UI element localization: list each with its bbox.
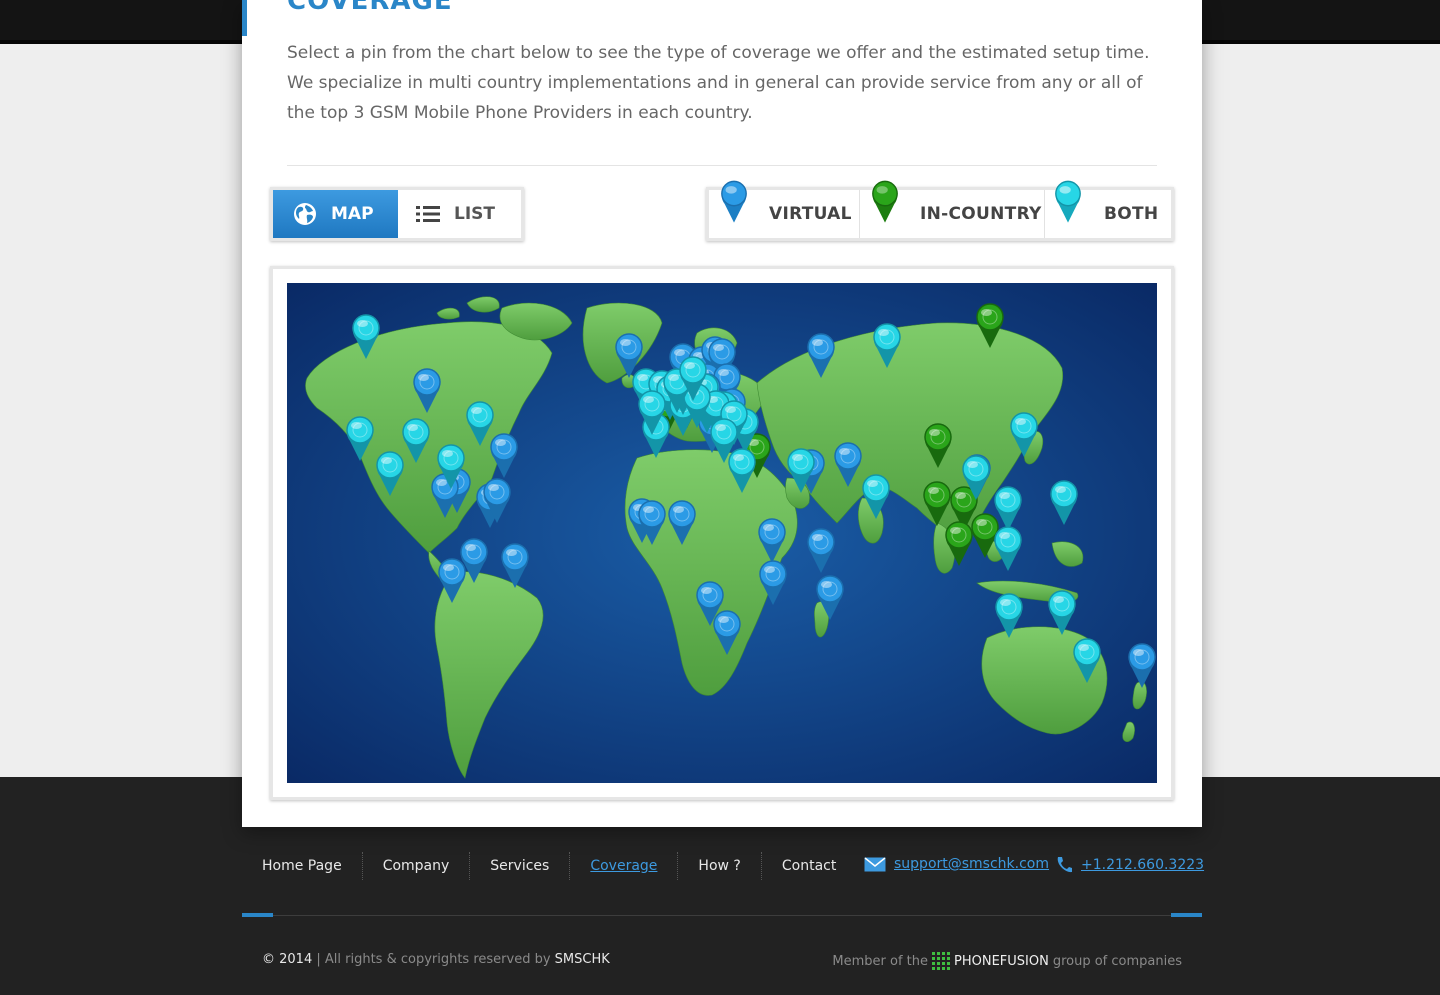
legend-both[interactable]: BOTH xyxy=(1045,180,1171,238)
map-view-button[interactable]: MAP xyxy=(273,190,398,238)
both-coverage-pin[interactable] xyxy=(708,417,740,465)
company-name: SMSCHK xyxy=(554,952,610,967)
legend-virtual-label: VIRTUAL xyxy=(769,204,852,224)
both-coverage-pin[interactable] xyxy=(1071,637,1103,685)
list-view-button[interactable]: LIST xyxy=(398,190,521,238)
both-coverage-pin[interactable] xyxy=(992,525,1024,573)
legend-virtual[interactable]: VIRTUAL xyxy=(709,180,860,238)
phone-link[interactable]: +1.212.660.3223 xyxy=(1081,857,1204,873)
view-toggle: MAP LIST xyxy=(270,187,524,241)
both-coverage-pin[interactable] xyxy=(871,322,903,370)
footer-nav: Home Page Company Services Coverage How … xyxy=(242,852,856,880)
virtual-coverage-pin[interactable] xyxy=(711,609,743,657)
phonefusion-brand: PHONEFUSION xyxy=(954,953,1049,969)
title-accent-bar xyxy=(242,0,247,36)
phonefusion-logo-icon xyxy=(932,952,951,970)
virtual-coverage-pin[interactable] xyxy=(805,527,837,575)
nav-coverage[interactable]: Coverage xyxy=(570,852,679,880)
nav-services[interactable]: Services xyxy=(470,852,571,880)
virtual-coverage-pin[interactable] xyxy=(481,477,513,525)
nav-contact[interactable]: Contact xyxy=(762,852,856,880)
both-pin-icon xyxy=(1053,178,1083,231)
legend-in-country[interactable]: IN-COUNTRY xyxy=(860,180,1045,238)
virtual-coverage-pin[interactable] xyxy=(757,559,789,607)
incountry-coverage-pin[interactable] xyxy=(922,422,954,470)
both-coverage-pin[interactable] xyxy=(350,313,382,361)
incountry-coverage-pin[interactable] xyxy=(974,302,1006,350)
in-country-pin-icon xyxy=(870,178,900,231)
both-coverage-pin[interactable] xyxy=(344,415,376,463)
coverage-legend: VIRTUAL IN-COUNTRY BOTH xyxy=(706,180,1174,241)
both-coverage-pin[interactable] xyxy=(1008,411,1040,459)
both-coverage-pin[interactable] xyxy=(464,400,496,448)
virtual-coverage-pin[interactable] xyxy=(756,517,788,565)
virtual-coverage-pin[interactable] xyxy=(666,499,698,547)
phone-icon xyxy=(1055,856,1073,874)
globe-icon xyxy=(293,202,317,226)
virtual-coverage-pin[interactable] xyxy=(436,557,468,605)
legend-in-country-label: IN-COUNTRY xyxy=(920,204,1042,224)
virtual-coverage-pin[interactable] xyxy=(411,367,443,415)
both-coverage-pin[interactable] xyxy=(960,454,992,502)
rule-accent-left xyxy=(242,913,273,917)
virtual-coverage-pin[interactable] xyxy=(1126,642,1157,690)
page-title: COVERAGE xyxy=(287,0,453,16)
both-coverage-pin[interactable] xyxy=(1048,479,1080,527)
member-suffix: group of companies xyxy=(1052,953,1182,969)
rule-accent-right xyxy=(1171,913,1202,917)
both-coverage-pin[interactable] xyxy=(1046,589,1078,637)
map-view-label: MAP xyxy=(331,204,374,224)
virtual-coverage-pin[interactable] xyxy=(805,332,837,380)
both-coverage-pin[interactable] xyxy=(785,447,817,495)
intro-text: Select a pin from the chart below to see… xyxy=(287,43,1150,123)
nav-home[interactable]: Home Page xyxy=(242,852,363,880)
list-icon xyxy=(416,205,440,223)
copyright: © 2014 | All rights & copyrights reserve… xyxy=(262,952,610,967)
list-view-label: LIST xyxy=(454,204,495,224)
virtual-coverage-pin[interactable] xyxy=(636,499,668,547)
divider xyxy=(287,165,1157,166)
member-prefix: Member of the xyxy=(832,953,929,969)
footer-rule xyxy=(242,915,1202,916)
copyright-year: © 2014 xyxy=(262,952,313,967)
both-coverage-pin[interactable] xyxy=(993,592,1025,640)
member-note: Member of the PHONEFUSION group of compa… xyxy=(832,952,1182,970)
both-coverage-pin[interactable] xyxy=(435,443,467,491)
phone-contact: +1.212.660.3223 xyxy=(1055,856,1204,874)
virtual-coverage-pin[interactable] xyxy=(814,574,846,622)
both-coverage-pin[interactable] xyxy=(374,450,406,498)
envelope-icon xyxy=(864,856,886,872)
both-coverage-pin[interactable] xyxy=(677,355,709,403)
virtual-pin-icon xyxy=(719,178,749,231)
incountry-coverage-pin[interactable] xyxy=(943,520,975,568)
world-coverage-map[interactable] xyxy=(287,283,1157,783)
legend-both-label: BOTH xyxy=(1104,204,1159,224)
virtual-coverage-pin[interactable] xyxy=(499,542,531,590)
nav-how[interactable]: How ? xyxy=(678,852,762,880)
email-contact: support@smschk.com xyxy=(864,856,1049,872)
nav-company[interactable]: Company xyxy=(363,852,471,880)
copyright-text: | All rights & copyrights reserved by xyxy=(316,952,551,967)
email-link[interactable]: support@smschk.com xyxy=(894,856,1049,872)
both-coverage-pin[interactable] xyxy=(860,473,892,521)
